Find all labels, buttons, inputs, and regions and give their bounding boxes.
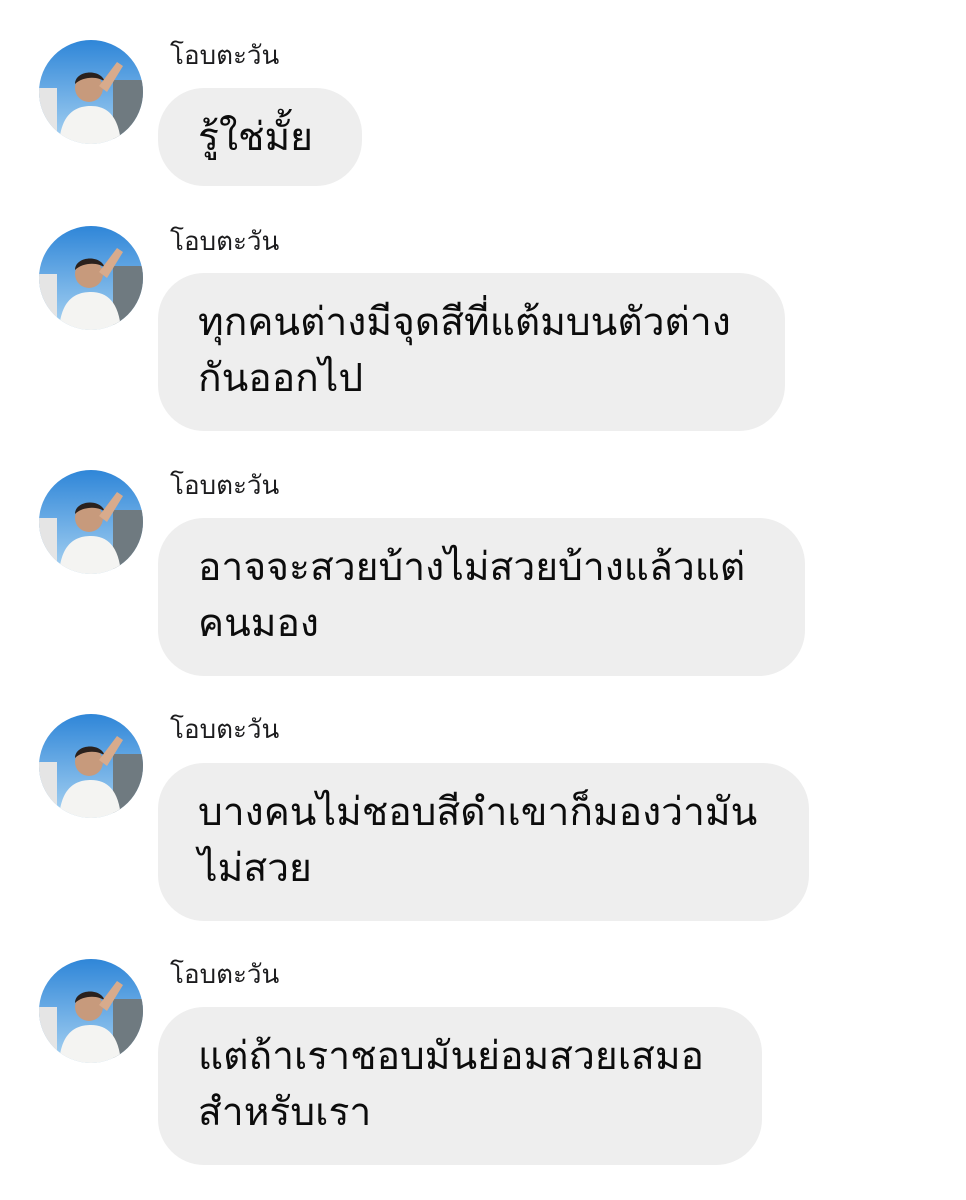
message-thread: โอบตะวัน รู้ใช่มั้ย โอบตะวัน ทุกคนต่างมี… bbox=[0, 0, 966, 1200]
message-text: สำหรับเรา bbox=[198, 1090, 372, 1135]
user-photo-icon[interactable] bbox=[39, 959, 143, 1063]
sender-name: โอบตะวัน bbox=[170, 227, 280, 257]
message-bubble[interactable]: รู้ใช่มั้ย bbox=[158, 88, 362, 186]
user-photo-icon[interactable] bbox=[39, 714, 143, 818]
message-bubble[interactable]: อาจจะสวยบ้างไม่สวยบ้างแล้วแต่ คนมอง bbox=[158, 518, 805, 676]
message-text: อาจจะสวยบ้างไม่สวยบ้างแล้วแต่ bbox=[198, 545, 746, 590]
message-bubble[interactable]: บางคนไม่ชอบสีดำเขาก็มองว่ามัน ไม่สวย bbox=[158, 763, 809, 921]
user-photo-icon[interactable] bbox=[39, 40, 143, 144]
user-photo-icon[interactable] bbox=[39, 470, 143, 574]
message-text: รู้ใช่มั้ย bbox=[198, 115, 314, 160]
message-text: ไม่สวย bbox=[198, 846, 312, 891]
message-text: แต่ถ้าเราชอบมันย่อมสวยเสมอ bbox=[198, 1034, 704, 1079]
sender-name: โอบตะวัน bbox=[170, 715, 280, 745]
message-text: กันออกไป bbox=[198, 356, 364, 401]
sender-name: โอบตะวัน bbox=[170, 471, 280, 501]
message-text: คนมอง bbox=[198, 601, 319, 646]
sender-name: โอบตะวัน bbox=[170, 960, 280, 990]
message-text: ทุกคนต่างมีจุดสีที่แต้มบนตัวต่าง bbox=[198, 300, 731, 345]
sender-name: โอบตะวัน bbox=[170, 41, 280, 71]
message-text: บางคนไม่ชอบสีดำเขาก็มองว่ามัน bbox=[198, 790, 758, 835]
user-photo-icon[interactable] bbox=[39, 226, 143, 330]
message-bubble[interactable]: ทุกคนต่างมีจุดสีที่แต้มบนตัวต่าง กันออกไ… bbox=[158, 273, 785, 431]
message-bubble[interactable]: แต่ถ้าเราชอบมันย่อมสวยเสมอ สำหรับเรา bbox=[158, 1007, 762, 1165]
